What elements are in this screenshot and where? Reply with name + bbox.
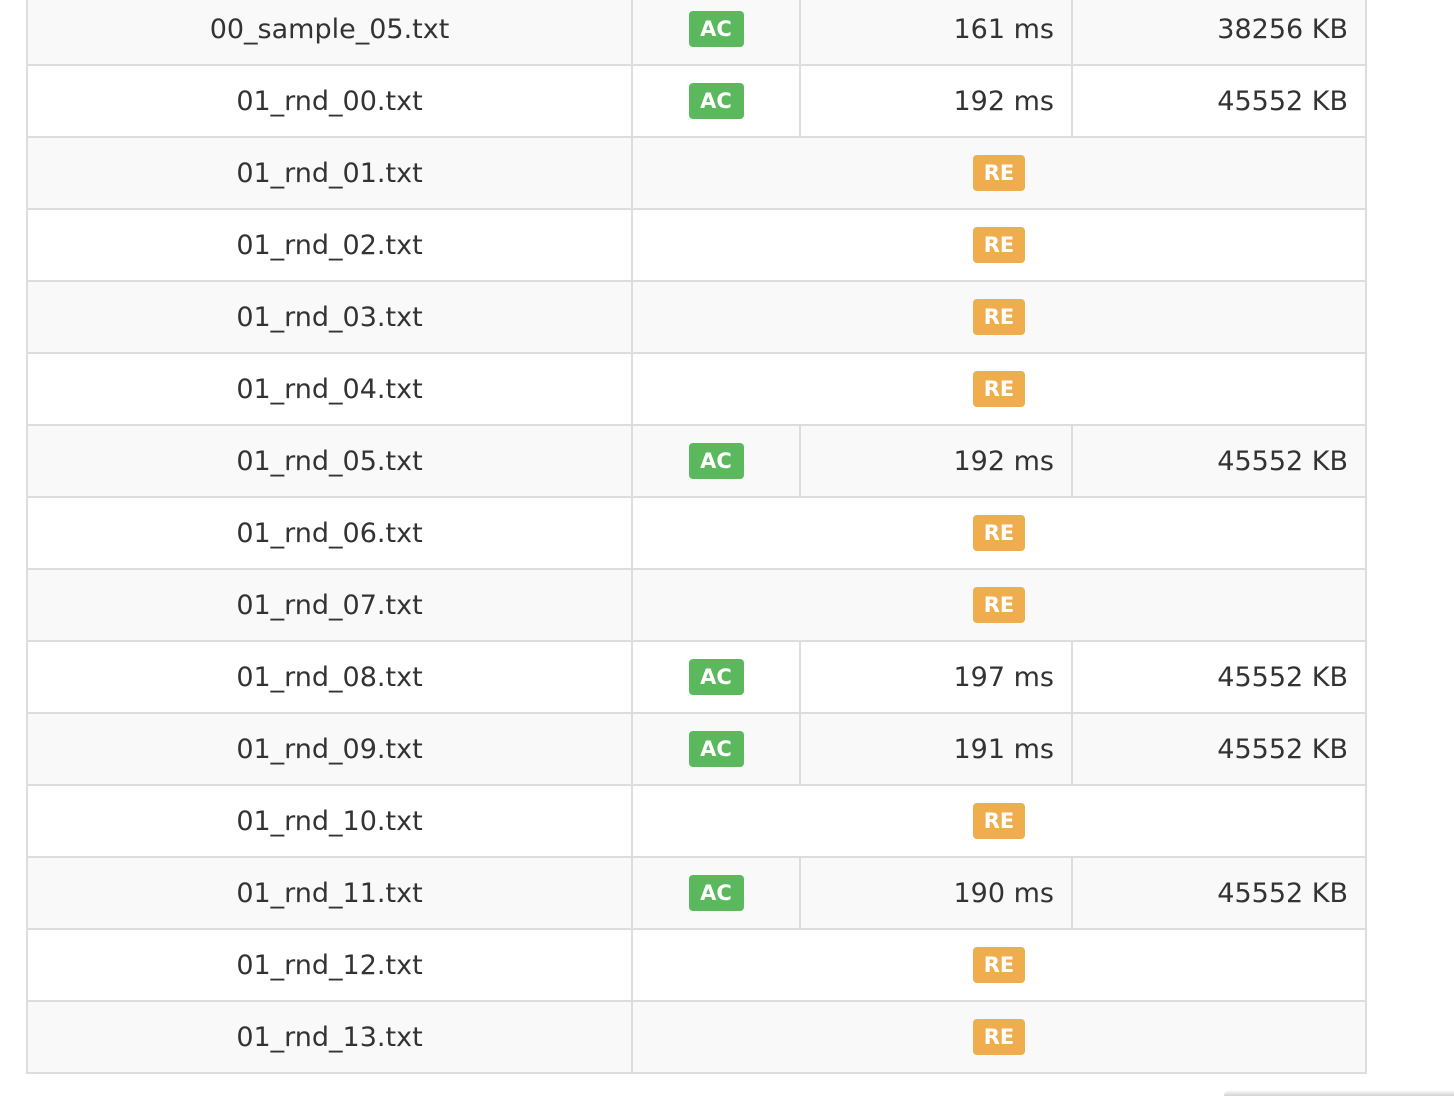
status-badge-ac: AC <box>688 659 744 695</box>
table-row: 00_sample_05.txt AC 161 ms 38256 KB <box>27 0 1366 66</box>
case-name: 01_rnd_04.txt <box>27 352 633 426</box>
exec-time: 192 ms <box>800 424 1073 498</box>
status-cell: RE <box>632 784 1366 858</box>
status-badge-re: RE <box>973 371 1025 407</box>
table-row: 01_rnd_10.txt RE <box>27 784 1366 858</box>
exec-time: 190 ms <box>800 856 1073 930</box>
status-badge-ac: AC <box>688 875 744 911</box>
status-cell: RE <box>632 1000 1366 1074</box>
case-name: 01_rnd_01.txt <box>27 136 633 210</box>
table-row: 01_rnd_05.txt AC 192 ms 45552 KB <box>27 424 1366 498</box>
table-row: 01_rnd_11.txt AC 190 ms 45552 KB <box>27 856 1366 930</box>
exec-time: 161 ms <box>800 0 1073 66</box>
status-badge-re: RE <box>973 803 1025 839</box>
status-badge-ac: AC <box>688 11 744 47</box>
results-table-body: 00_sample_05.txt AC 161 ms 38256 KB 01_r… <box>27 0 1366 1074</box>
case-name: 01_rnd_05.txt <box>27 424 633 498</box>
test-case-results-table: 00_sample_05.txt AC 161 ms 38256 KB 01_r… <box>26 0 1367 1074</box>
table-row: 01_rnd_06.txt RE <box>27 496 1366 570</box>
status-badge-re: RE <box>973 227 1025 263</box>
table-row: 01_rnd_09.txt AC 191 ms 45552 KB <box>27 712 1366 786</box>
table-row: 01_rnd_12.txt RE <box>27 928 1366 1002</box>
status-cell: AC <box>632 856 801 930</box>
status-badge-re: RE <box>973 587 1025 623</box>
case-name: 01_rnd_06.txt <box>27 496 633 570</box>
status-badge-re: RE <box>973 1019 1025 1055</box>
status-cell: AC <box>632 0 801 66</box>
memory-usage: 45552 KB <box>1072 424 1366 498</box>
table-row: 01_rnd_04.txt RE <box>27 352 1366 426</box>
memory-usage: 45552 KB <box>1072 64 1366 138</box>
case-name: 01_rnd_03.txt <box>27 280 633 354</box>
memory-usage: 45552 KB <box>1072 712 1366 786</box>
status-cell: AC <box>632 424 801 498</box>
table-row: 01_rnd_08.txt AC 197 ms 45552 KB <box>27 640 1366 714</box>
status-cell: RE <box>632 352 1366 426</box>
memory-usage: 38256 KB <box>1072 0 1366 66</box>
case-name: 01_rnd_10.txt <box>27 784 633 858</box>
table-row: 01_rnd_02.txt RE <box>27 208 1366 282</box>
exec-time: 192 ms <box>800 64 1073 138</box>
status-badge-re: RE <box>973 515 1025 551</box>
status-badge-re: RE <box>973 299 1025 335</box>
exec-time: 197 ms <box>800 640 1073 714</box>
memory-usage: 45552 KB <box>1072 640 1366 714</box>
case-name: 01_rnd_09.txt <box>27 712 633 786</box>
status-badge-ac: AC <box>688 443 744 479</box>
status-cell: RE <box>632 496 1366 570</box>
status-cell: AC <box>632 712 801 786</box>
case-name: 01_rnd_07.txt <box>27 568 633 642</box>
table-row: 01_rnd_03.txt RE <box>27 280 1366 354</box>
case-name: 01_rnd_13.txt <box>27 1000 633 1074</box>
page: 00_sample_05.txt AC 161 ms 38256 KB 01_r… <box>0 0 1454 1096</box>
status-cell: RE <box>632 136 1366 210</box>
exec-time: 191 ms <box>800 712 1073 786</box>
case-name: 01_rnd_11.txt <box>27 856 633 930</box>
case-name: 01_rnd_02.txt <box>27 208 633 282</box>
status-cell: RE <box>632 208 1366 282</box>
table-row: 01_rnd_00.txt AC 192 ms 45552 KB <box>27 64 1366 138</box>
case-name: 01_rnd_08.txt <box>27 640 633 714</box>
table-row: 01_rnd_13.txt RE <box>27 1000 1366 1074</box>
table-row: 01_rnd_01.txt RE <box>27 136 1366 210</box>
case-name: 00_sample_05.txt <box>27 0 633 66</box>
window-edge-shadow <box>1224 1090 1454 1096</box>
status-badge-ac: AC <box>688 731 744 767</box>
status-cell: RE <box>632 568 1366 642</box>
status-badge-re: RE <box>973 947 1025 983</box>
status-cell: AC <box>632 640 801 714</box>
memory-usage: 45552 KB <box>1072 856 1366 930</box>
status-badge-re: RE <box>973 155 1025 191</box>
status-cell: RE <box>632 280 1366 354</box>
table-row: 01_rnd_07.txt RE <box>27 568 1366 642</box>
case-name: 01_rnd_00.txt <box>27 64 633 138</box>
case-name: 01_rnd_12.txt <box>27 928 633 1002</box>
status-badge-ac: AC <box>688 83 744 119</box>
status-cell: AC <box>632 64 801 138</box>
status-cell: RE <box>632 928 1366 1002</box>
